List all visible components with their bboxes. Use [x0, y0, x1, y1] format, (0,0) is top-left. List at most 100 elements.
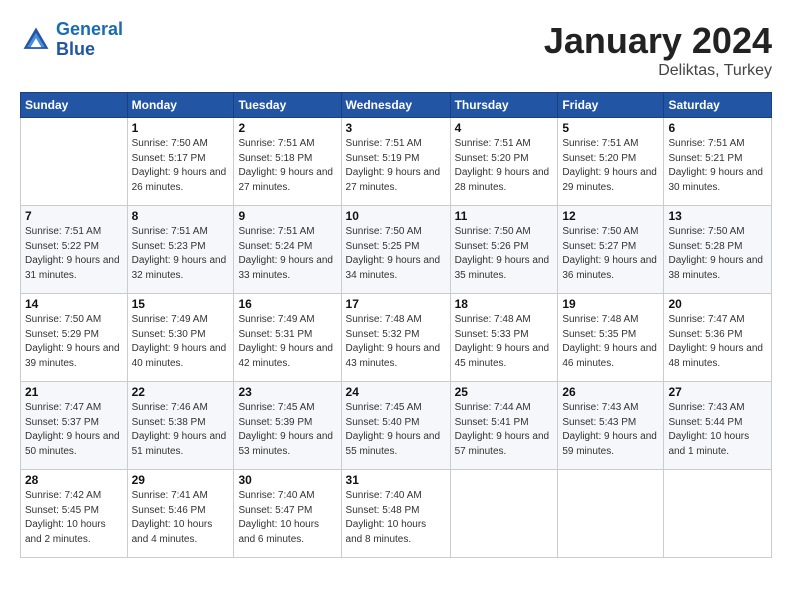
sunrise-text: Sunrise: 7:51 AM [668, 138, 744, 149]
sunset-text: Sunset: 5:22 PM [25, 241, 99, 252]
month-title: January 2024 [544, 20, 772, 62]
day-number: 26 [562, 385, 659, 399]
table-row: 25Sunrise: 7:44 AMSunset: 5:41 PMDayligh… [450, 382, 558, 470]
sunrise-text: Sunrise: 7:50 AM [132, 138, 208, 149]
daylight-text: Daylight: 9 hours and 43 minutes. [346, 343, 441, 369]
sunrise-text: Sunrise: 7:51 AM [562, 138, 638, 149]
daylight-text: Daylight: 9 hours and 27 minutes. [346, 167, 441, 193]
day-detail: Sunrise: 7:51 AMSunset: 5:19 PMDaylight:… [346, 137, 446, 195]
col-friday: Friday [558, 93, 664, 118]
daylight-text: Daylight: 9 hours and 28 minutes. [455, 167, 550, 193]
day-number: 10 [346, 209, 446, 223]
sunrise-text: Sunrise: 7:51 AM [346, 138, 422, 149]
daylight-text: Daylight: 9 hours and 45 minutes. [455, 343, 550, 369]
sunset-text: Sunset: 5:36 PM [668, 329, 742, 340]
day-number: 4 [455, 121, 554, 135]
table-row: 21Sunrise: 7:47 AMSunset: 5:37 PMDayligh… [21, 382, 128, 470]
day-detail: Sunrise: 7:51 AMSunset: 5:20 PMDaylight:… [455, 137, 554, 195]
daylight-text: Daylight: 10 hours and 2 minutes. [25, 519, 106, 545]
sunset-text: Sunset: 5:46 PM [132, 505, 206, 516]
week-row-2: 7 Sunrise: 7:51 AMSunset: 5:22 PMDaylight… [21, 206, 772, 294]
sunset-text: Sunset: 5:24 PM [238, 241, 312, 252]
day-detail: Sunrise: 7:47 AMSunset: 5:37 PMDaylight:… [25, 401, 123, 459]
daylight-text: Daylight: 9 hours and 53 minutes. [238, 431, 333, 457]
day-number: 3 [346, 121, 446, 135]
sunrise-text: Sunrise: 7:51 AM [238, 138, 314, 149]
day-detail: Sunrise: 7:49 AMSunset: 5:30 PMDaylight:… [132, 313, 230, 371]
day-number: 7 [25, 209, 123, 223]
day-detail: Sunrise: 7:50 AMSunset: 5:25 PMDaylight:… [346, 225, 446, 283]
daylight-text: Daylight: 9 hours and 34 minutes. [346, 255, 441, 281]
logo-text: General Blue [56, 20, 123, 60]
day-detail: Sunrise: 7:45 AMSunset: 5:39 PMDaylight:… [238, 401, 336, 459]
day-number: 15 [132, 297, 230, 311]
sunset-text: Sunset: 5:29 PM [25, 329, 99, 340]
daylight-text: Daylight: 9 hours and 51 minutes. [132, 431, 227, 457]
table-row: 2Sunrise: 7:51 AMSunset: 5:18 PMDaylight… [234, 118, 341, 206]
day-detail: Sunrise: 7:51 AMSunset: 5:24 PMDaylight:… [238, 225, 336, 283]
day-detail: Sunrise: 7:48 AMSunset: 5:33 PMDaylight:… [455, 313, 554, 371]
sunset-text: Sunset: 5:37 PM [25, 417, 99, 428]
day-number: 25 [455, 385, 554, 399]
sunrise-text: Sunrise: 7:48 AM [346, 314, 422, 325]
sunset-text: Sunset: 5:44 PM [668, 417, 742, 428]
sunset-text: Sunset: 5:45 PM [25, 505, 99, 516]
daylight-text: Daylight: 9 hours and 46 minutes. [562, 343, 657, 369]
sunset-text: Sunset: 5:30 PM [132, 329, 206, 340]
sunrise-text: Sunrise: 7:50 AM [25, 314, 101, 325]
sunrise-text: Sunrise: 7:49 AM [238, 314, 314, 325]
table-row: 16Sunrise: 7:49 AMSunset: 5:31 PMDayligh… [234, 294, 341, 382]
day-number: 16 [238, 297, 336, 311]
sunset-text: Sunset: 5:17 PM [132, 153, 206, 164]
day-number: 19 [562, 297, 659, 311]
page: General Blue January 2024 Deliktas, Turk… [0, 0, 792, 612]
day-detail: Sunrise: 7:45 AMSunset: 5:40 PMDaylight:… [346, 401, 446, 459]
daylight-text: Daylight: 10 hours and 1 minute. [668, 431, 749, 457]
subtitle: Deliktas, Turkey [544, 62, 772, 80]
table-row: 8Sunrise: 7:51 AMSunset: 5:23 PMDaylight… [127, 206, 234, 294]
table-row: 28Sunrise: 7:42 AMSunset: 5:45 PMDayligh… [21, 470, 128, 558]
sunset-text: Sunset: 5:35 PM [562, 329, 636, 340]
sunset-text: Sunset: 5:40 PM [346, 417, 420, 428]
sunset-text: Sunset: 5:48 PM [346, 505, 420, 516]
day-detail: Sunrise: 7:51 AMSunset: 5:21 PMDaylight:… [668, 137, 767, 195]
sunset-text: Sunset: 5:38 PM [132, 417, 206, 428]
daylight-text: Daylight: 9 hours and 31 minutes. [25, 255, 120, 281]
table-row: 5Sunrise: 7:51 AMSunset: 5:20 PMDaylight… [558, 118, 664, 206]
day-number: 27 [668, 385, 767, 399]
daylight-text: Daylight: 9 hours and 27 minutes. [238, 167, 333, 193]
sunset-text: Sunset: 5:25 PM [346, 241, 420, 252]
sunrise-text: Sunrise: 7:47 AM [25, 402, 101, 413]
day-detail: Sunrise: 7:41 AMSunset: 5:46 PMDaylight:… [132, 489, 230, 547]
day-detail: Sunrise: 7:48 AMSunset: 5:32 PMDaylight:… [346, 313, 446, 371]
sunrise-text: Sunrise: 7:41 AM [132, 490, 208, 501]
sunset-text: Sunset: 5:20 PM [562, 153, 636, 164]
day-detail: Sunrise: 7:51 AMSunset: 5:22 PMDaylight:… [25, 225, 123, 283]
daylight-text: Daylight: 9 hours and 30 minutes. [668, 167, 763, 193]
day-detail: Sunrise: 7:51 AMSunset: 5:23 PMDaylight:… [132, 225, 230, 283]
title-block: January 2024 Deliktas, Turkey [544, 20, 772, 80]
daylight-text: Daylight: 9 hours and 36 minutes. [562, 255, 657, 281]
logo-line2: Blue [56, 39, 95, 59]
sunset-text: Sunset: 5:20 PM [455, 153, 529, 164]
sunrise-text: Sunrise: 7:42 AM [25, 490, 101, 501]
table-row [664, 470, 772, 558]
week-row-1: 1 Sunrise: 7:50 AM Sunset: 5:17 PM Daylight… [21, 118, 772, 206]
sunrise-text: Sunrise: 7:44 AM [455, 402, 531, 413]
day-number: 18 [455, 297, 554, 311]
sunrise-text: Sunrise: 7:48 AM [455, 314, 531, 325]
sunset-text: Sunset: 5:23 PM [132, 241, 206, 252]
sunrise-text: Sunrise: 7:49 AM [132, 314, 208, 325]
day-number: 12 [562, 209, 659, 223]
day-number: 20 [668, 297, 767, 311]
header-row: Sunday Monday Tuesday Wednesday Thursday… [21, 93, 772, 118]
table-row [450, 470, 558, 558]
col-wednesday: Wednesday [341, 93, 450, 118]
day-detail: Sunrise: 7:42 AM Sunset: 5:45 PM Daylight:… [25, 489, 123, 547]
day-detail: Sunrise: 7:46 AM Sunset: 5:38 PM Daylight:… [132, 401, 230, 459]
daylight-text: Daylight: 9 hours and 29 minutes. [562, 167, 657, 193]
col-sunday: Sunday [21, 93, 128, 118]
sunrise-text: Sunrise: 7:46 AM [132, 402, 208, 413]
day-number: 1 [132, 121, 230, 135]
day-number: 17 [346, 297, 446, 311]
